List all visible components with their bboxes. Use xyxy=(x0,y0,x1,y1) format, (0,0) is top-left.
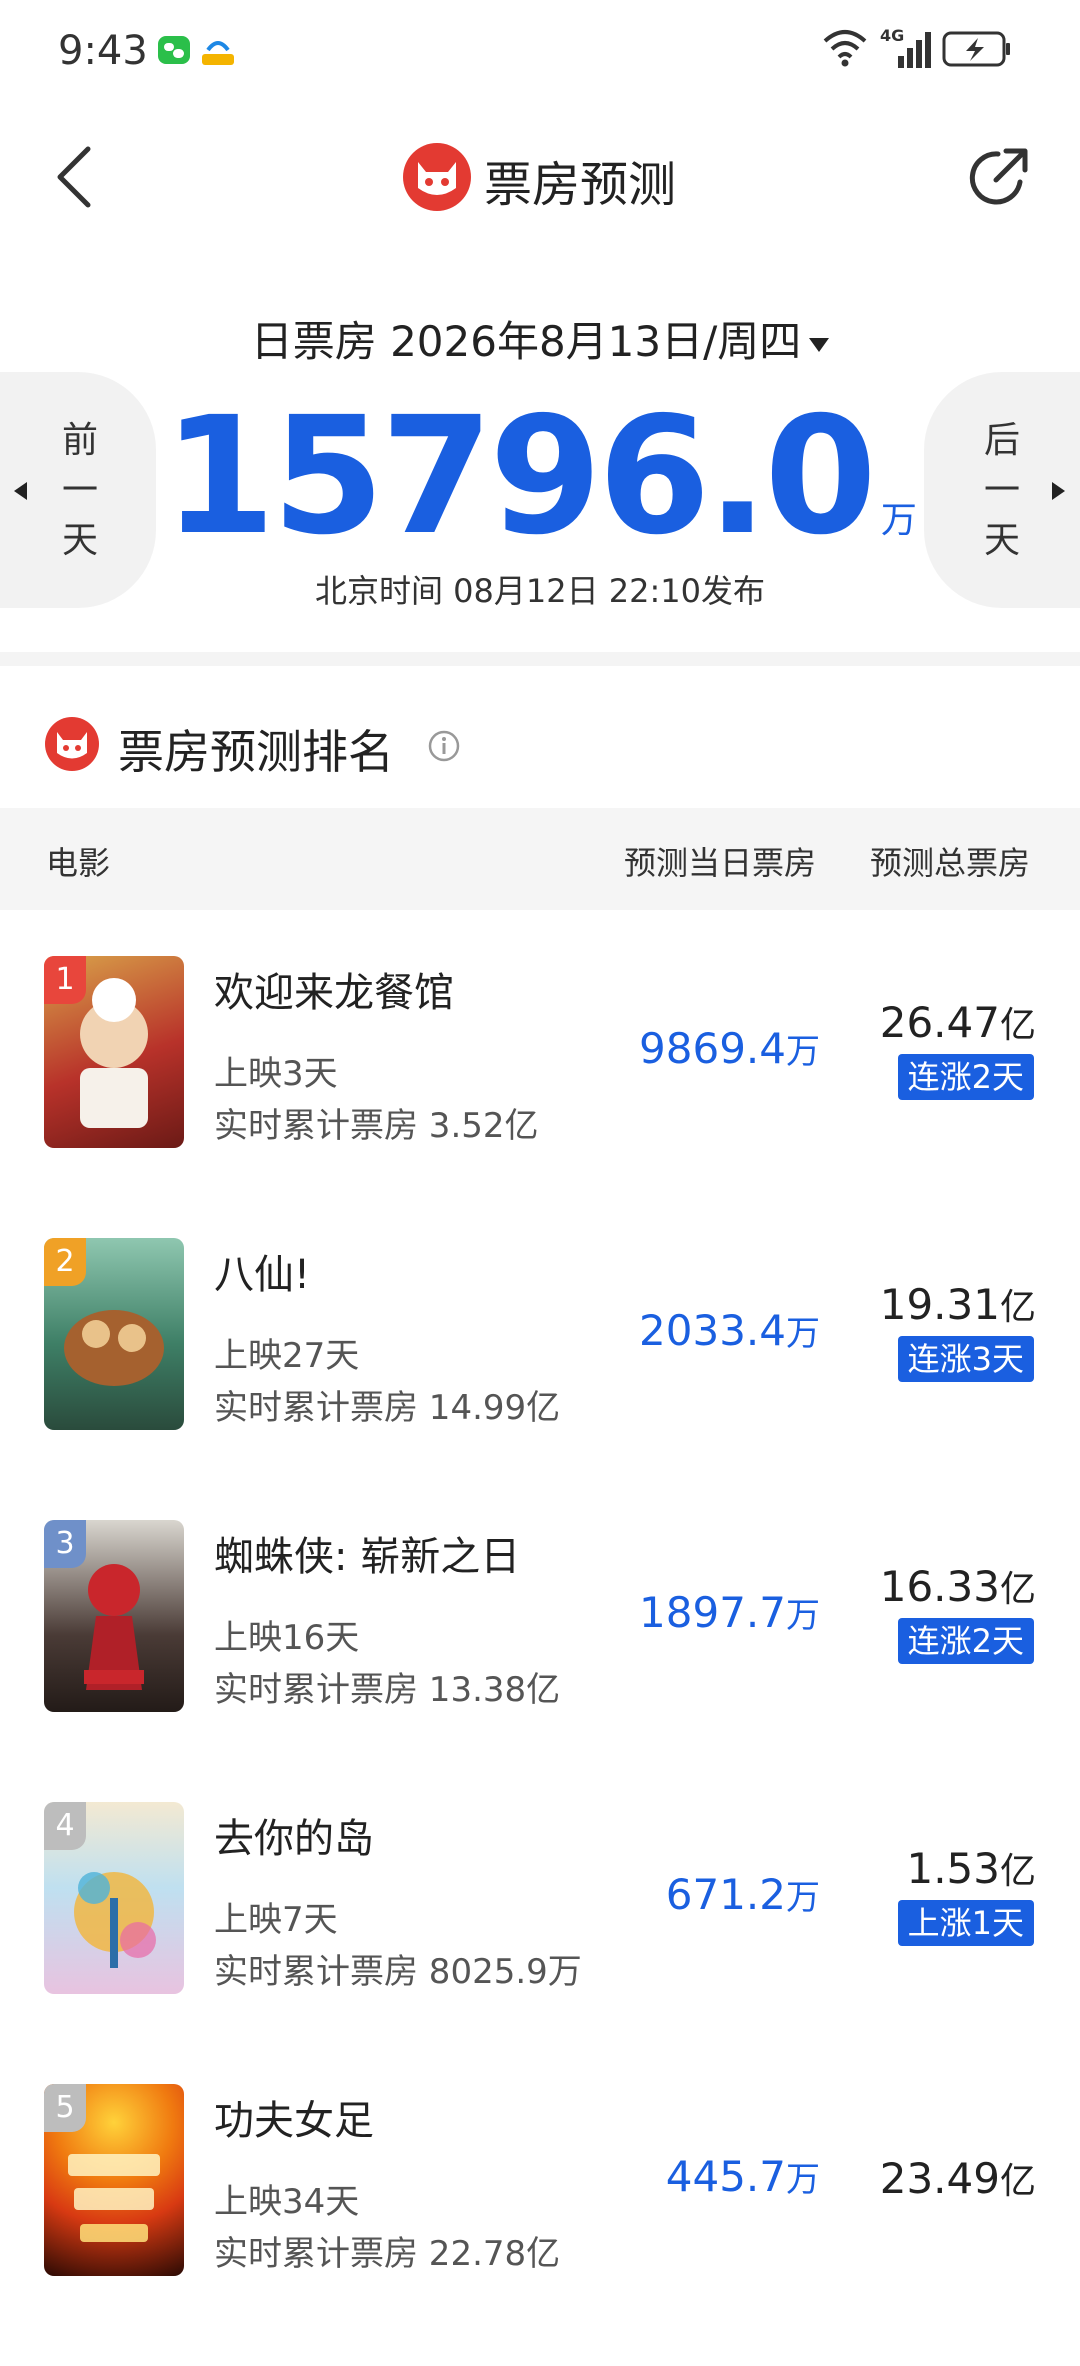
cellular-signal-icon xyxy=(898,32,931,68)
days-in-release: 上映7天 xyxy=(214,1900,338,1940)
daily-unit: 万 xyxy=(786,1314,820,1354)
daily-value: 445.7 xyxy=(665,2152,786,2201)
info-icon[interactable] xyxy=(428,730,460,762)
trend-badge: 连涨2天 xyxy=(897,1618,1034,1664)
column-header-movie: 电影 xyxy=(46,844,111,882)
cumulative-box-office: 实时累计票房 22.78亿 xyxy=(214,2234,561,2274)
daily-value: 1897.7 xyxy=(639,1588,786,1637)
movie-title: 去你的岛 xyxy=(214,1816,374,1862)
predicted-daily-box-office: 671.2万 xyxy=(666,1870,820,1919)
date-selector[interactable]: 日票房 2026年8月13日/周四 xyxy=(0,308,1080,369)
ranking-title: 票房预测排名 xyxy=(118,725,394,779)
publish-time: 北京时间 08月12日 22:10发布 xyxy=(314,572,765,610)
trend-badge: 连涨3天 xyxy=(897,1336,1034,1382)
movie-row[interactable]: 5 功夫女足 上映34天 实时累计票房 22.78亿 445.7万 23.49亿 xyxy=(0,2084,1080,2366)
daily-value: 9869.4 xyxy=(639,1024,786,1073)
rank-badge: 1 xyxy=(44,956,86,1004)
predicted-total-box-office: 23.49亿 xyxy=(880,2152,1036,2204)
column-header-daily: 预测当日票房 xyxy=(624,844,817,882)
daily-unit: 万 xyxy=(786,1596,820,1636)
back-arrow-icon[interactable] xyxy=(50,145,98,209)
total-value: 1.53 xyxy=(906,1844,1000,1893)
movie-row[interactable]: 4 去你的岛 上映7天 实时累计票房 8025.9万 671.2万 1.53亿 … xyxy=(0,1802,1080,2084)
table-header: 电影 预测当日票房 预测总票房 xyxy=(0,808,1080,910)
total-unit: 亿 xyxy=(999,1005,1036,1046)
daily-unit: 万 xyxy=(786,2160,820,2200)
predicted-daily-box-office: 2033.4万 xyxy=(639,1306,820,1355)
movie-poster: 2 xyxy=(44,1238,184,1430)
wechat-notification-icon xyxy=(158,36,190,64)
cumulative-box-office: 实时累计票房 8025.9万 xyxy=(214,1952,582,1992)
movie-title: 功夫女足 xyxy=(214,2098,374,2144)
total-unit: 亿 xyxy=(999,1569,1036,1610)
predicted-total-box-office: 1.53亿 xyxy=(906,1842,1036,1894)
movie-poster: 4 xyxy=(44,1802,184,1994)
daily-unit: 万 xyxy=(786,1032,820,1072)
movie-title: 欢迎来龙餐馆 xyxy=(214,970,454,1016)
rank-badge: 2 xyxy=(44,1238,86,1286)
predicted-total-box-office: 16.33亿 xyxy=(880,1560,1036,1612)
section-divider xyxy=(0,652,1080,666)
movie-title: 八仙! xyxy=(214,1252,311,1298)
daily-value: 671.2 xyxy=(665,1870,786,1919)
status-time: 9:43 xyxy=(58,28,148,74)
cumulative-box-office: 实时累计票房 14.99亿 xyxy=(214,1388,561,1428)
column-header-total: 预测总票房 xyxy=(870,844,1031,882)
daily-unit: 万 xyxy=(786,1878,820,1918)
movie-row[interactable]: 2 八仙! 上映27天 实时累计票房 14.99亿 2033.4万 19.31亿… xyxy=(0,1238,1080,1520)
days-in-release: 上映3天 xyxy=(214,1054,338,1094)
wifi-icon xyxy=(823,30,867,67)
rank-badge: 4 xyxy=(44,1802,86,1850)
total-unit: 亿 xyxy=(999,2161,1036,2202)
trend-badge: 上涨1天 xyxy=(897,1900,1034,1946)
telecom-app-icon xyxy=(202,41,234,65)
rank-badge: 3 xyxy=(44,1520,86,1568)
rank-badge: 5 xyxy=(44,2084,86,2132)
daily-box-office-unit: 万 xyxy=(880,500,917,541)
page-title: 票房预测 xyxy=(484,157,677,213)
movie-row[interactable]: 3 蜘蛛侠: 崭新之日 上映16天 实时累计票房 13.38亿 1897.7万 … xyxy=(0,1520,1080,1802)
days-in-release: 上映27天 xyxy=(214,1336,360,1376)
predicted-daily-box-office: 445.7万 xyxy=(666,2152,820,2201)
predicted-daily-box-office: 1897.7万 xyxy=(639,1588,820,1637)
cumulative-box-office: 实时累计票房 3.52亿 xyxy=(214,1106,539,1146)
movie-poster: 3 xyxy=(44,1520,184,1712)
movie-row[interactable]: 1 欢迎来龙餐馆 上映3天 实时累计票房 3.52亿 9869.4万 26.47… xyxy=(0,956,1080,1238)
total-value: 23.49 xyxy=(879,2154,1000,2203)
daily-box-office-value: 15796.0 xyxy=(163,383,877,571)
trend-badge: 连涨2天 xyxy=(897,1054,1034,1100)
total-value: 16.33 xyxy=(879,1562,1000,1611)
days-in-release: 上映34天 xyxy=(214,2182,360,2222)
predicted-total-box-office: 26.47亿 xyxy=(880,996,1036,1048)
movie-poster: 5 xyxy=(44,2084,184,2276)
movie-poster: 1 xyxy=(44,956,184,1148)
total-value: 26.47 xyxy=(879,998,1000,1047)
days-in-release: 上映16天 xyxy=(214,1618,360,1658)
battery-charging-icon xyxy=(942,31,1010,67)
predicted-daily-box-office: 9869.4万 xyxy=(639,1024,820,1073)
maoyan-logo-icon xyxy=(403,143,471,211)
movie-title: 蜘蛛侠: 崭新之日 xyxy=(214,1534,521,1580)
dropdown-caret-icon xyxy=(809,337,830,352)
predicted-total-box-office: 19.31亿 xyxy=(880,1278,1036,1330)
date-label: 日票房 2026年8月13日/周四 xyxy=(250,317,802,366)
total-unit: 亿 xyxy=(999,1287,1036,1328)
share-icon[interactable] xyxy=(962,142,1034,214)
total-unit: 亿 xyxy=(999,1851,1036,1892)
cumulative-box-office: 实时累计票房 13.38亿 xyxy=(214,1670,561,1710)
daily-value: 2033.4 xyxy=(639,1306,786,1355)
maoyan-logo-icon xyxy=(45,717,99,771)
total-value: 19.31 xyxy=(879,1280,1000,1329)
